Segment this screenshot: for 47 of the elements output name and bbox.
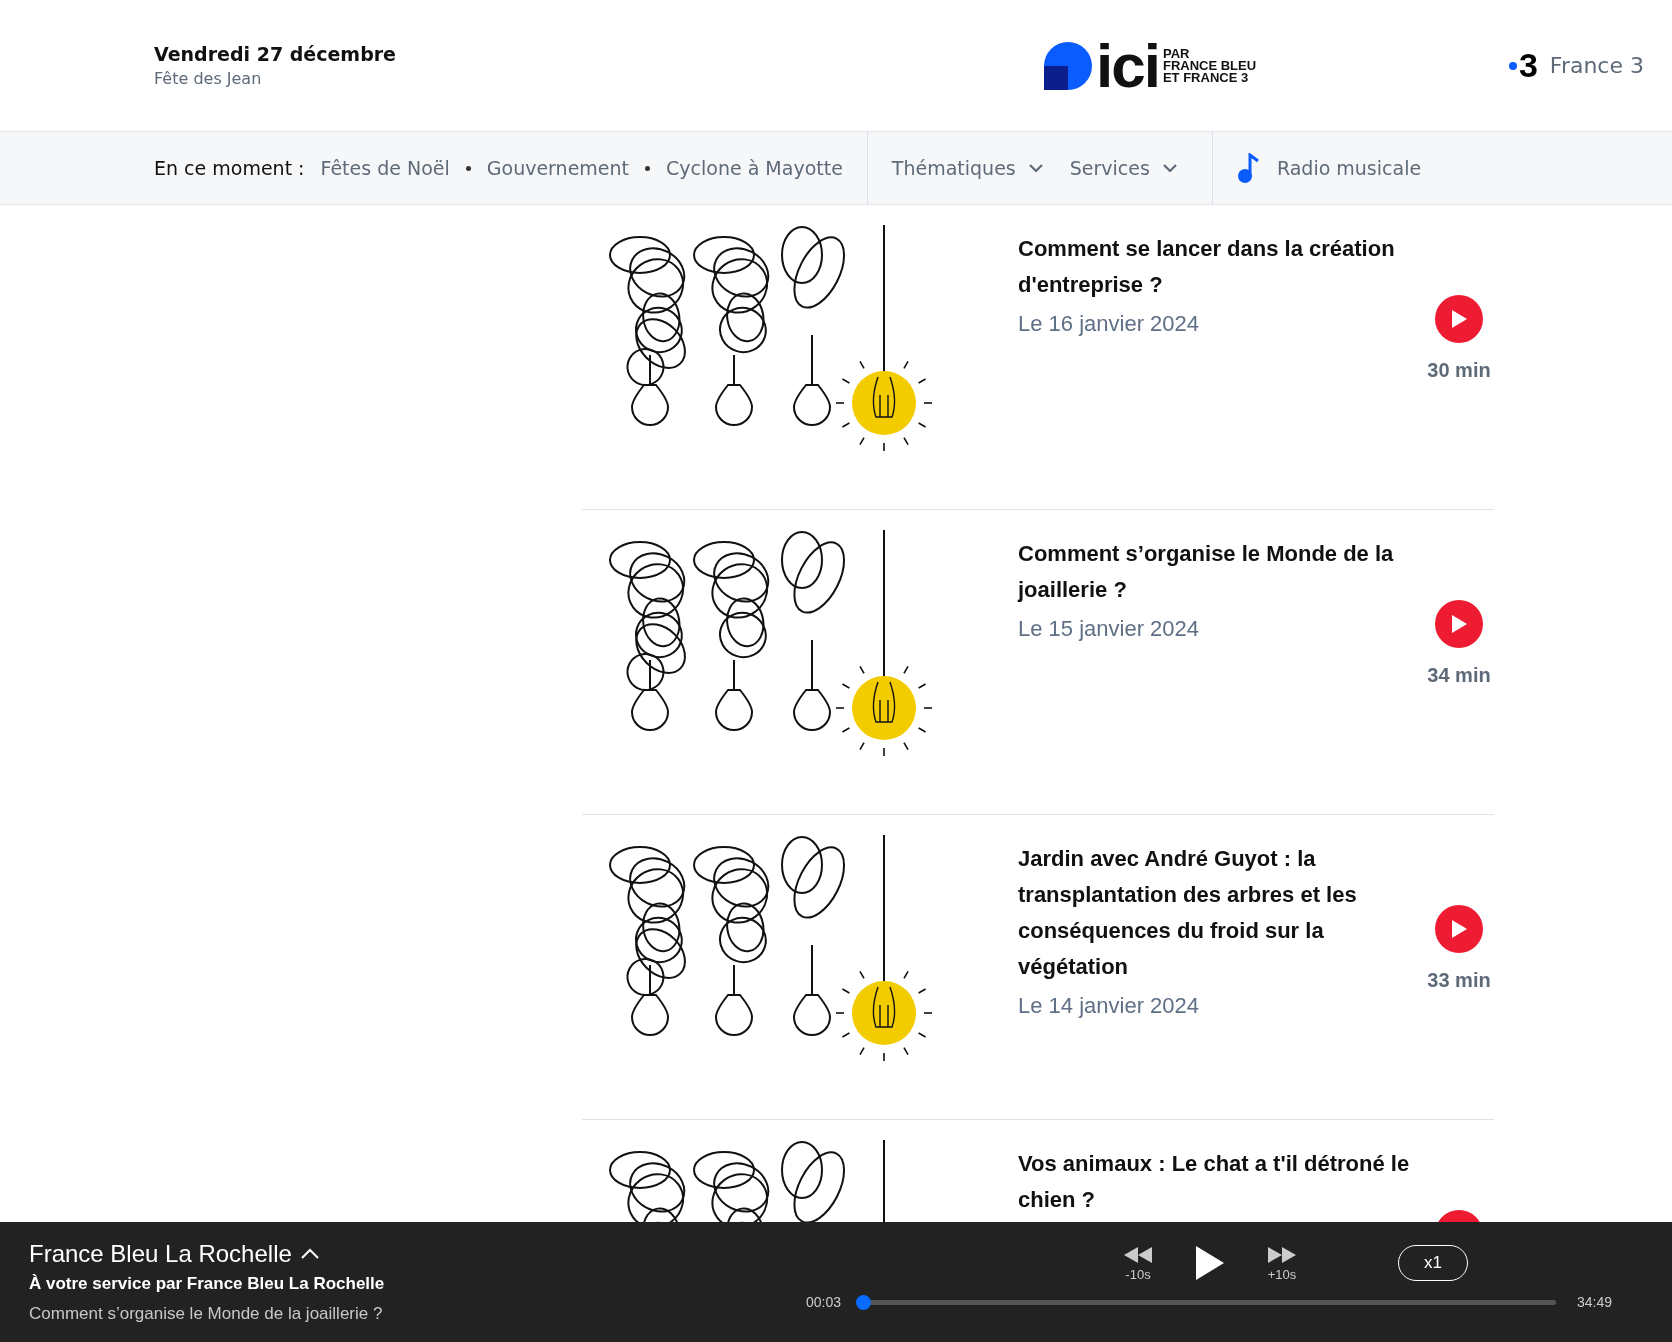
partner-name: France 3 bbox=[1549, 53, 1644, 78]
episode-date: Le 15 janvier 2024 bbox=[1018, 616, 1201, 642]
topic-link[interactable]: Gouvernement bbox=[486, 157, 630, 179]
separator-dot bbox=[645, 165, 651, 171]
episode-date: Le 14 janvier 2024 bbox=[1018, 993, 1201, 1019]
episode-date: Le 16 janvier 2024 bbox=[1018, 311, 1201, 337]
chevron-down-icon bbox=[1161, 163, 1178, 173]
saint-of-day: Fête des Jean bbox=[154, 69, 574, 88]
station-selector[interactable]: France Bleu La Rochelle bbox=[29, 1240, 780, 1268]
play-icon bbox=[1450, 614, 1468, 634]
episode-title[interactable]: Comment se lancer dans la création d'entreprise ? bbox=[1018, 231, 1410, 303]
progress-thumb[interactable] bbox=[856, 1294, 872, 1310]
menu-dropdown[interactable]: Services bbox=[1069, 157, 1188, 179]
menu-dropdown[interactable]: Thématiques bbox=[891, 157, 1054, 179]
fast-forward-icon bbox=[1266, 1244, 1298, 1265]
chevron-down-icon bbox=[1027, 163, 1044, 173]
forward-button[interactable]: +10s bbox=[1266, 1244, 1298, 1282]
logo-tagline: ET FRANCE 3 bbox=[1162, 71, 1249, 84]
topic-link[interactable]: Cyclone à Mayotte bbox=[666, 157, 843, 179]
current-date: Vendredi 27 décembre bbox=[154, 43, 397, 65]
episode-title[interactable]: Jardin avec André Guyot : la transplantation des arbres et les conséquences du froid sur la végétation bbox=[1018, 841, 1410, 985]
play-icon bbox=[1450, 309, 1468, 329]
radio-link[interactable]: Radio musicale bbox=[1276, 157, 1422, 179]
separator-dot bbox=[465, 165, 471, 171]
play-icon bbox=[1194, 1244, 1226, 1282]
logo-circle-icon bbox=[1044, 41, 1092, 90]
logo-tagline: FRANCE BLEU bbox=[1162, 59, 1257, 72]
total-time: 34:49 bbox=[1577, 1294, 1613, 1310]
episode-duration: 33 min bbox=[1427, 969, 1491, 992]
episode-duration: 30 min bbox=[1427, 359, 1491, 382]
episode-duration: 34 min bbox=[1427, 664, 1491, 687]
logo-wordmark: ici bbox=[1096, 40, 1159, 91]
rewind-icon bbox=[1122, 1244, 1154, 1265]
episode-title[interactable]: Comment s’organise le Monde de la joaillerie ? bbox=[1018, 536, 1410, 608]
play-icon bbox=[1450, 919, 1468, 939]
partner-logo[interactable]: 3 bbox=[1508, 46, 1538, 85]
episode-title[interactable]: Vos animaux : Le chat a t'il détroné le chien ? bbox=[1018, 1146, 1410, 1218]
rewind-button[interactable]: -10s bbox=[1122, 1244, 1154, 1282]
topic-link[interactable]: Fêtes de Noël bbox=[320, 157, 450, 179]
show-title: À votre service par France Bleu La Rochelle bbox=[29, 1274, 386, 1294]
episode-playing: Comment s’organise le Monde de la joaillerie ? bbox=[29, 1304, 384, 1324]
trending-label: En ce moment : bbox=[154, 157, 305, 179]
chevron-up-icon bbox=[299, 1248, 320, 1260]
elapsed-time: 00:03 bbox=[806, 1294, 842, 1310]
play-button[interactable] bbox=[1194, 1244, 1226, 1282]
music-note-icon bbox=[1236, 153, 1261, 183]
logo-tagline: PAR bbox=[1162, 47, 1191, 60]
